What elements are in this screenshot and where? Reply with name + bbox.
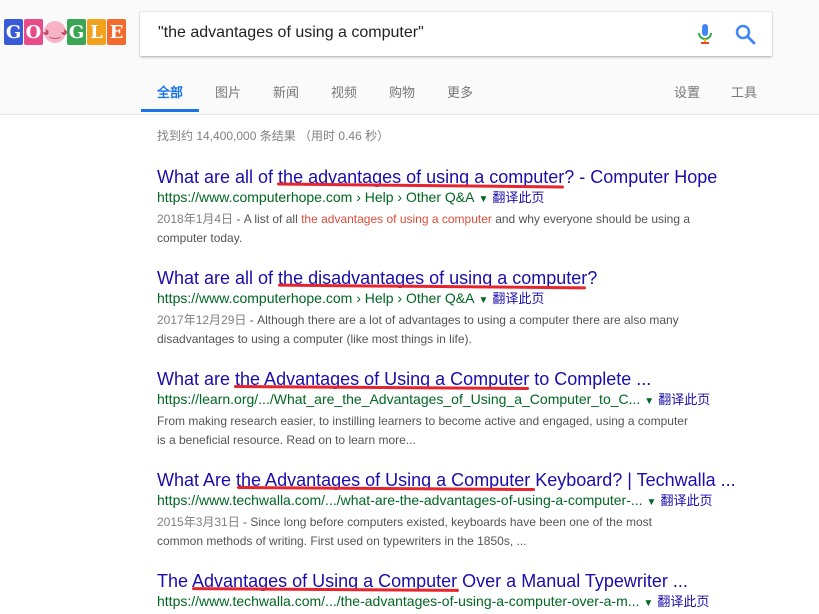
baby-face-icon: ◕‿◕ xyxy=(42,21,68,43)
result-url: https://www.techwalla.com/.../what-are-t… xyxy=(157,490,717,513)
search-tabs: 全部 图片 新闻 视频 购物 更多 设置 工具 xyxy=(0,78,819,114)
result-url-text[interactable]: https://www.computerhope.com › Help › Ot… xyxy=(157,290,474,306)
active-tab-indicator xyxy=(141,109,199,112)
result-date: 2015年3月31日 xyxy=(157,515,240,529)
microphone-icon[interactable] xyxy=(693,22,717,46)
snippet-text: From making research easier, to instilli… xyxy=(157,414,688,447)
search-input[interactable]: "the advantages of using a computer" xyxy=(158,24,424,42)
header: G O ◕‿◕ G L E "the advantages of using a… xyxy=(0,0,819,115)
dropdown-arrow-icon[interactable]: ▼ xyxy=(478,295,488,306)
tab-images[interactable]: 图片 xyxy=(215,82,241,101)
result-stats: 找到约 14,400,000 条结果 （用时 0.46 秒） xyxy=(157,129,390,143)
result-date: 2017年12月29日 xyxy=(157,313,247,327)
snippet-text: - A list of all xyxy=(233,212,302,226)
translate-link[interactable]: 翻译此页 xyxy=(492,291,544,306)
dropdown-arrow-icon[interactable]: ▼ xyxy=(644,396,654,407)
result-url: https://www.computerhope.com › Help › Ot… xyxy=(157,288,717,311)
search-result: What are all of the advantages of using … xyxy=(157,166,717,248)
translate-link[interactable]: 翻译此页 xyxy=(660,493,712,508)
search-result: What are the Advantages of Using a Compu… xyxy=(157,368,717,450)
tab-settings[interactable]: 设置 xyxy=(674,82,700,101)
tab-videos[interactable]: 视频 xyxy=(331,82,357,101)
tab-all[interactable]: 全部 xyxy=(157,82,183,101)
search-icon[interactable] xyxy=(733,22,757,46)
result-url: https://www.computerhope.com › Help › Ot… xyxy=(157,187,717,210)
result-url-text[interactable]: https://www.techwalla.com/.../what-are-t… xyxy=(157,492,643,508)
tab-tools[interactable]: 工具 xyxy=(731,82,757,101)
translate-link[interactable]: 翻译此页 xyxy=(657,594,709,609)
tab-shopping[interactable]: 购物 xyxy=(389,82,415,101)
google-doodle-logo[interactable]: G O ◕‿◕ G L E xyxy=(4,19,126,45)
logo-letter-o: O xyxy=(24,19,43,45)
tab-news[interactable]: 新闻 xyxy=(273,82,299,101)
search-box[interactable]: "the advantages of using a computer" xyxy=(140,12,772,56)
search-result: The Advantages of Using a Computer Over … xyxy=(157,570,717,614)
result-snippet: From making research easier, to instilli… xyxy=(157,412,697,450)
result-url: https://www.techwalla.com/.../the-advant… xyxy=(157,591,717,614)
result-snippet: 2018年1月4日 - A list of all the advantages… xyxy=(157,210,697,248)
result-date: 2018年1月4日 xyxy=(157,212,234,226)
dropdown-arrow-icon[interactable]: ▼ xyxy=(647,497,657,508)
translate-link[interactable]: 翻译此页 xyxy=(492,190,544,205)
snippet-highlight: the advantages of using a computer xyxy=(301,212,492,226)
search-result: What are all of the disadvantages of usi… xyxy=(157,267,717,349)
result-snippet: 2017年12月29日 - Although there are a lot o… xyxy=(157,311,697,349)
result-snippet: 2015年3月31日 - Since long before computers… xyxy=(157,513,697,551)
tab-more[interactable]: 更多 xyxy=(447,82,473,101)
result-url-text[interactable]: https://www.computerhope.com › Help › Ot… xyxy=(157,189,474,205)
result-url-text[interactable]: https://learn.org/.../What_are_the_Advan… xyxy=(157,391,640,407)
logo-letter-g: G xyxy=(4,19,23,45)
translate-link[interactable]: 翻译此页 xyxy=(658,392,710,407)
logo-letter-e: E xyxy=(107,19,126,45)
result-url: https://learn.org/.../What_are_the_Advan… xyxy=(157,389,717,412)
result-url-text[interactable]: https://www.techwalla.com/.../the-advant… xyxy=(157,593,639,609)
logo-letter-g2: G xyxy=(67,19,86,45)
dropdown-arrow-icon[interactable]: ▼ xyxy=(643,598,653,609)
dropdown-arrow-icon[interactable]: ▼ xyxy=(478,194,488,205)
logo-letter-l: L xyxy=(87,19,106,45)
search-result: What Are the Advantages of Using a Compu… xyxy=(157,469,736,551)
